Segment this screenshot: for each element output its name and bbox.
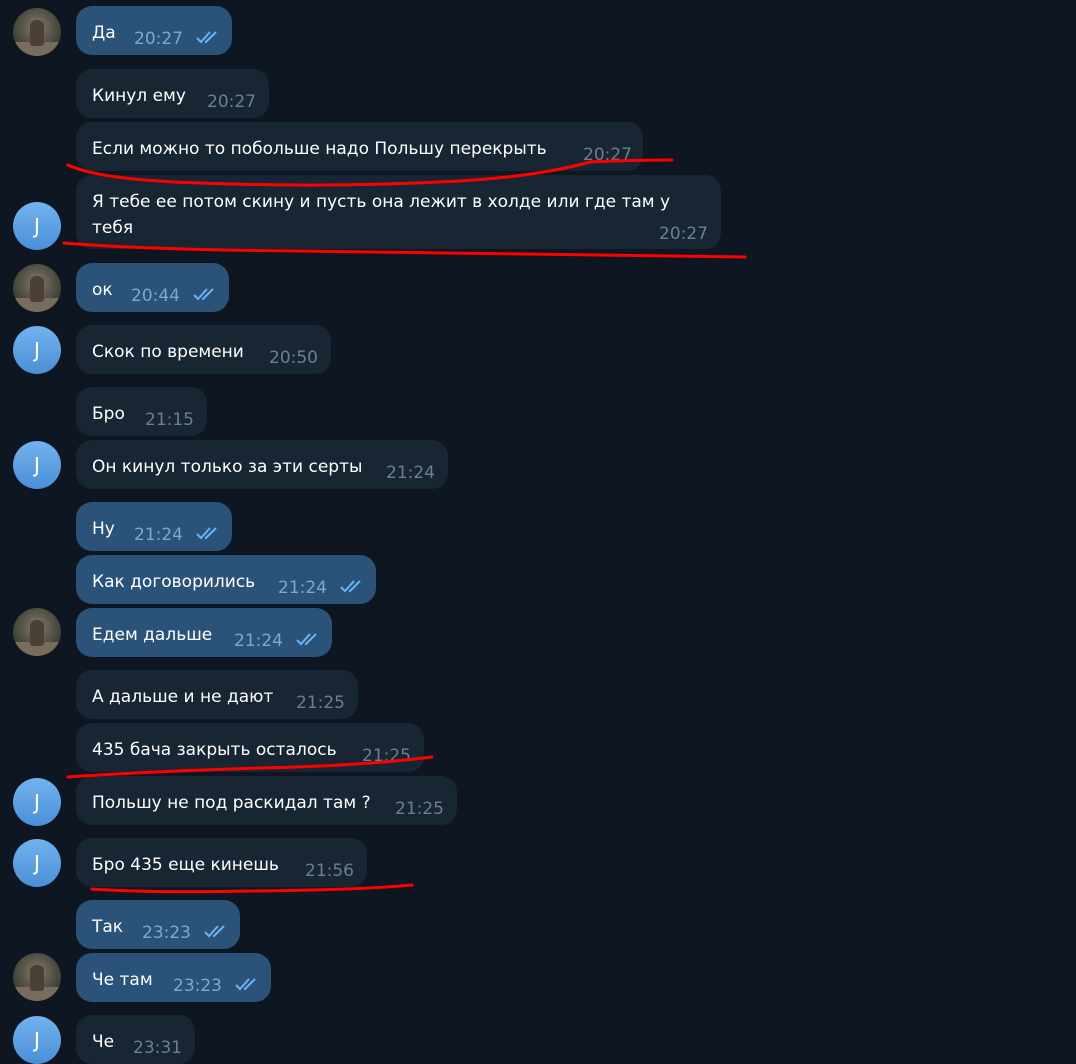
message-time: 20:27: [207, 92, 256, 112]
message-text: Да: [92, 23, 116, 43]
message-text: Я тебе ее потом скину и пусть она лежит …: [92, 192, 671, 238]
user-letter-avatar[interactable]: J: [13, 1016, 61, 1064]
double-check-icon: [193, 288, 214, 301]
double-check-icon: [296, 633, 317, 646]
message-text: Бро: [92, 404, 125, 424]
message-bubble[interactable]: Я тебе ее потом скину и пусть она лежит …: [76, 175, 721, 249]
message-bubble[interactable]: Че 23:31: [76, 1015, 195, 1064]
user-photo-avatar[interactable]: [13, 953, 61, 1001]
message-text: А дальше и не дают: [92, 687, 274, 707]
message-time: 20:27: [583, 145, 632, 165]
message-text: Он кинул только за эти серты: [92, 457, 363, 477]
message-time: 21:15: [145, 410, 194, 430]
message-bubble[interactable]: Бро 21:15: [76, 387, 207, 436]
message-text: Ну: [92, 519, 115, 539]
message-time: 20:27: [659, 224, 708, 244]
message-time: 23:23: [173, 976, 222, 996]
message-text: Че там: [92, 970, 153, 990]
message-bubble[interactable]: Бро 435 еще кинешь 21:56: [76, 838, 367, 887]
message-text: Кинул ему: [92, 86, 186, 106]
double-check-icon: [196, 527, 217, 540]
message-text: Польшу не под раскидал там ?: [92, 793, 371, 813]
user-photo-avatar[interactable]: [13, 264, 61, 312]
message-bubble[interactable]: Ну 21:24: [76, 502, 232, 551]
user-letter-avatar[interactable]: J: [13, 202, 61, 250]
message-time: 21:24: [386, 463, 435, 483]
message-time: 20:27: [134, 29, 183, 49]
user-letter-avatar[interactable]: J: [13, 778, 61, 826]
message-text: Так: [92, 917, 124, 937]
message-bubble[interactable]: Польшу не под раскидал там ? 21:25: [76, 776, 457, 825]
message-bubble[interactable]: Кинул ему 20:27: [76, 69, 269, 118]
message-time: 20:50: [269, 348, 318, 368]
message-bubble[interactable]: Он кинул только за эти серты 21:24: [76, 440, 448, 489]
message-time: 21:25: [362, 746, 411, 766]
message-text: Если можно то побольше надо Польшу перек…: [92, 139, 547, 159]
message-text: Как договорились: [92, 572, 256, 592]
message-bubble[interactable]: ок 20:44: [76, 263, 229, 312]
message-text: Едем дальше: [92, 625, 213, 645]
message-time: 21:25: [395, 799, 444, 819]
message-text: 435 бача закрыть осталось: [92, 740, 337, 760]
double-check-icon: [340, 580, 361, 593]
message-text: Бро 435 еще кинешь: [92, 855, 279, 875]
user-letter-avatar[interactable]: J: [13, 326, 61, 374]
message-bubble[interactable]: 435 бача закрыть осталось 21:25: [76, 723, 424, 772]
message-text: Че: [92, 1032, 115, 1052]
message-bubble[interactable]: Так 23:23: [76, 900, 240, 949]
message-time: 21:24: [278, 578, 327, 598]
message-text: ок: [92, 280, 113, 300]
message-bubble[interactable]: А дальше и не дают 21:25: [76, 670, 358, 719]
message-time: 23:31: [133, 1038, 182, 1058]
message-bubble[interactable]: Как договорились 21:24: [76, 555, 376, 604]
message-bubble[interactable]: Че там 23:23: [76, 953, 271, 1002]
message-bubble[interactable]: Если можно то побольше надо Польшу перек…: [76, 122, 643, 171]
user-letter-avatar[interactable]: J: [13, 839, 61, 887]
user-photo-avatar[interactable]: [13, 8, 61, 56]
user-letter-avatar[interactable]: J: [13, 441, 61, 489]
double-check-icon: [235, 978, 256, 991]
message-bubble[interactable]: Да 20:27: [76, 6, 232, 55]
message-text: Скок по времени: [92, 342, 244, 362]
message-time: 21:24: [134, 525, 183, 545]
message-time: 20:44: [131, 286, 180, 306]
message-time: 23:23: [142, 923, 191, 943]
message-bubble[interactable]: Скок по времени 20:50: [76, 325, 331, 374]
double-check-icon: [196, 31, 217, 44]
message-bubble[interactable]: Едем дальше 21:24: [76, 608, 332, 657]
message-time: 21:25: [296, 693, 345, 713]
user-photo-avatar[interactable]: [13, 608, 61, 656]
message-time: 21:24: [234, 631, 283, 651]
message-time: 21:56: [305, 861, 354, 881]
chat-history: Да 20:27 Кинул ему 20:27 Если можно то п…: [0, 0, 1076, 1064]
double-check-icon: [204, 925, 225, 938]
